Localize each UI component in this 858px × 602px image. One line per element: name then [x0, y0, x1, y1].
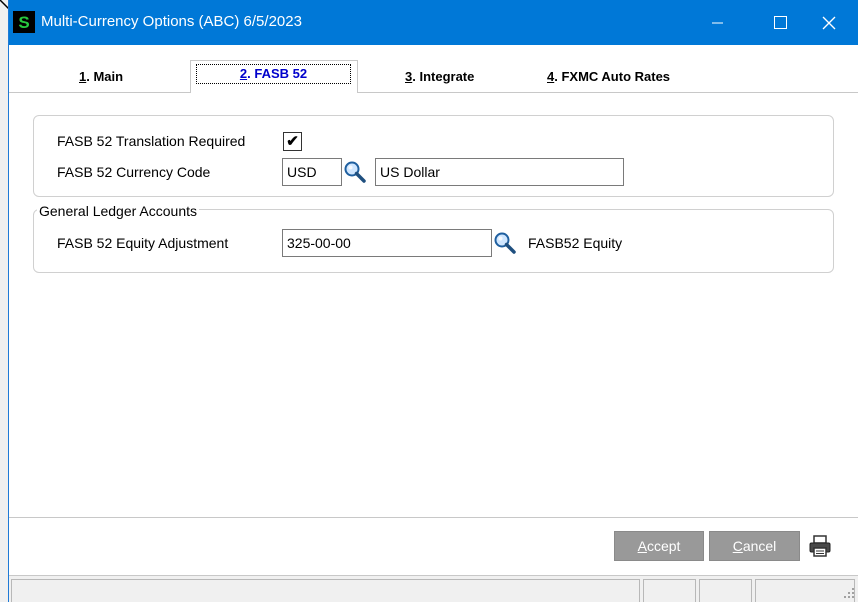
tab-main[interactable]: 1. Main [79, 69, 123, 84]
general-ledger-accounts-legend: General Ledger Accounts [37, 203, 199, 219]
status-panel-3 [699, 579, 752, 602]
resize-grip-icon[interactable] [843, 587, 855, 599]
tab-fxmc-label: . FXMC Auto Rates [554, 69, 671, 84]
svg-text:S: S [18, 13, 29, 32]
translation-required-checkbox[interactable]: ✔ [283, 132, 302, 151]
multi-currency-options-window: S Multi-Currency Options (ABC) 6/5/2023 … [8, 0, 858, 602]
equity-adjustment-input[interactable]: 325-00-00 [282, 229, 492, 257]
cancel-label: ancel [742, 538, 777, 554]
tab-fxmc-auto-rates[interactable]: 4. FXMC Auto Rates [547, 69, 670, 84]
close-button[interactable] [806, 0, 852, 45]
currency-lookup-icon[interactable] [343, 160, 367, 184]
minimize-icon [712, 22, 723, 23]
maximize-button[interactable] [757, 0, 803, 45]
tab-integrate-label: . Integrate [412, 69, 475, 84]
tab-focus-outline: 2. FASB 52 [196, 64, 351, 84]
maximize-icon [773, 16, 787, 29]
accept-label: ccept [646, 538, 681, 554]
title-bar[interactable]: S Multi-Currency Options (ABC) 6/5/2023 [9, 0, 858, 45]
cancel-hotkey: C [732, 538, 743, 554]
close-icon [822, 16, 836, 29]
checkmark-icon: ✔ [286, 133, 299, 150]
currency-code-label: FASB 52 Currency Code [57, 164, 211, 180]
window-title: Multi-Currency Options (ABC) 6/5/2023 [41, 13, 302, 30]
cancel-button[interactable]: Cancel [709, 531, 800, 561]
footer-divider [9, 517, 858, 518]
currency-code-input[interactable]: USD [282, 158, 342, 186]
currency-description-field: US Dollar [375, 158, 624, 186]
tab-fasb-52[interactable]: 2. FASB 52 [190, 60, 358, 93]
equity-account-description: FASB52 Equity [528, 235, 623, 251]
tab-main-label: . Main [86, 69, 124, 84]
sage-app-icon: S [13, 11, 35, 33]
accept-button[interactable]: Accept [614, 531, 704, 561]
status-panel-main [11, 579, 640, 602]
account-lookup-icon[interactable] [493, 231, 517, 255]
status-panel-4 [755, 579, 855, 602]
equity-adjustment-label: FASB 52 Equity Adjustment [57, 235, 229, 251]
minimize-button[interactable] [695, 0, 741, 45]
accept-hotkey: A [637, 538, 647, 554]
tab-integrate[interactable]: 3. Integrate [405, 69, 474, 84]
tab-fasb-52-label: . FASB 52 [247, 66, 308, 81]
status-panel-2 [643, 579, 696, 602]
printer-icon[interactable] [808, 534, 832, 558]
status-bar [9, 575, 858, 602]
translation-required-label: FASB 52 Translation Required [57, 133, 246, 149]
tab-strip: 1. Main 2. FASB 52 3. Integrate 4. FXMC … [9, 45, 858, 93]
